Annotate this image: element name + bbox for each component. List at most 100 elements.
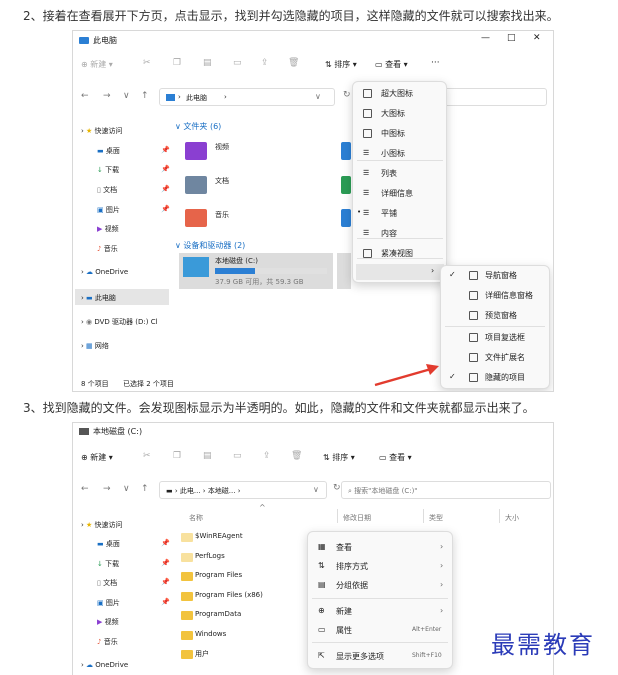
sort-icon: ⇅ bbox=[318, 561, 325, 570]
computer-icon bbox=[166, 94, 175, 101]
view-option-7[interactable]: 平铺 bbox=[381, 208, 397, 219]
sidebar-item-desktop[interactable]: ▬ 桌面 bbox=[97, 146, 120, 156]
show-option-5[interactable]: 文件扩展名 bbox=[485, 352, 525, 363]
folder-icon bbox=[181, 553, 193, 562]
column-type[interactable]: 类型 bbox=[429, 513, 443, 523]
view-icon: ▦ bbox=[318, 542, 326, 551]
refresh-button[interactable]: ↻ bbox=[343, 90, 351, 100]
address-bar[interactable]: › 此电脑 › bbox=[159, 88, 335, 106]
maximize-button[interactable]: □ bbox=[507, 33, 516, 43]
recent-button[interactable]: ∨ bbox=[123, 484, 130, 494]
sidebar-item-documents[interactable]: ▯ 文档 bbox=[97, 185, 117, 195]
view-option-3[interactable]: 中图标 bbox=[381, 128, 405, 139]
view-button[interactable]: ▭ 查看 ▾ bbox=[379, 452, 412, 463]
sidebar-quick-access[interactable]: › ★ 快速访问 bbox=[81, 520, 123, 530]
up-button[interactable]: ↑ bbox=[141, 484, 149, 494]
forward-button[interactable]: → bbox=[103, 91, 111, 101]
sidebar-item-videos[interactable]: ▶ 视频 bbox=[97, 617, 119, 627]
share-icon[interactable]: ⇪ bbox=[263, 451, 271, 461]
folder-label[interactable]: 文档 bbox=[215, 176, 229, 186]
column-size[interactable]: 大小 bbox=[505, 513, 519, 523]
view-option-6[interactable]: 详细信息 bbox=[381, 188, 413, 199]
cut-icon[interactable]: ✂ bbox=[143, 451, 151, 461]
copy-icon[interactable]: ❐ bbox=[173, 451, 181, 461]
dvd-tile[interactable] bbox=[337, 253, 351, 289]
recent-button[interactable]: ∨ bbox=[123, 91, 130, 101]
sidebar-item-pictures[interactable]: ▣ 图片 bbox=[97, 205, 120, 215]
back-button[interactable]: ← bbox=[81, 484, 89, 494]
context-item-1[interactable]: 查看 bbox=[336, 542, 352, 553]
context-item-5[interactable]: 属性 bbox=[336, 625, 352, 636]
sidebar-dvd[interactable]: › ◉ DVD 驱动器 (D:) Cl bbox=[81, 317, 158, 327]
breadcrumb-this-pc[interactable]: 此电... bbox=[180, 487, 201, 495]
show-option-3[interactable]: 预览窗格 bbox=[485, 310, 517, 321]
folder-label[interactable]: 音乐 bbox=[215, 210, 229, 220]
sidebar-item-desktop[interactable]: ▬ 桌面 bbox=[97, 539, 120, 549]
pin-icon: 📌 bbox=[161, 578, 170, 586]
share-icon[interactable]: ⇪ bbox=[261, 58, 269, 68]
rename-icon[interactable]: ▭ bbox=[233, 451, 242, 461]
file-row-name[interactable]: PerfLogs bbox=[195, 552, 225, 560]
view-option-1[interactable]: 超大图标 bbox=[381, 88, 413, 99]
show-option-1[interactable]: 导航窗格 bbox=[485, 270, 517, 281]
sidebar-this-pc[interactable]: › ▬ 此电脑 bbox=[81, 293, 116, 303]
sidebar-item-downloads[interactable]: ↓ 下载 bbox=[97, 559, 119, 569]
view-button[interactable]: ▭ 查看 ▾ bbox=[375, 59, 408, 70]
folder-label[interactable]: 视频 bbox=[215, 142, 229, 152]
file-row-name[interactable]: $WinREAgent bbox=[195, 532, 243, 540]
context-item-3[interactable]: 分组依据 bbox=[336, 580, 368, 591]
sort-button[interactable]: ⇅ 排序 ▾ bbox=[323, 452, 355, 463]
context-item-2[interactable]: 排序方式 bbox=[336, 561, 368, 572]
plus-icon: ⊕ bbox=[81, 453, 91, 462]
sidebar-quick-access[interactable]: › ★ 快速访问 bbox=[81, 126, 123, 136]
show-option-6[interactable]: 隐藏的项目 bbox=[485, 372, 525, 383]
up-button[interactable]: ↑ bbox=[141, 91, 149, 101]
new-button[interactable]: ⊕ 新建 ▾ bbox=[81, 59, 113, 70]
delete-icon[interactable]: 🗑 bbox=[288, 58, 299, 68]
rename-icon[interactable]: ▭ bbox=[233, 58, 242, 68]
column-name[interactable]: 名称 bbox=[189, 513, 203, 523]
refresh-button[interactable]: ↻ bbox=[333, 483, 341, 493]
sort-button[interactable]: ⇅ 排序 ▾ bbox=[325, 59, 357, 70]
sidebar-item-music[interactable]: ♪ 音乐 bbox=[97, 244, 118, 254]
minimize-button[interactable]: — bbox=[481, 33, 490, 43]
paste-icon[interactable]: ▤ bbox=[203, 451, 212, 461]
sidebar-onedrive[interactable]: › ☁ OneDrive bbox=[81, 661, 128, 669]
paste-icon[interactable]: ▤ bbox=[203, 58, 212, 68]
cut-icon[interactable]: ✂ bbox=[143, 58, 151, 68]
file-row-name[interactable]: 用户 bbox=[195, 649, 209, 659]
close-button[interactable]: ✕ bbox=[533, 33, 541, 43]
search-input[interactable]: ⌕ 搜索"本地磁盘 (C:)" bbox=[341, 481, 551, 499]
address-dropdown[interactable]: ∨ bbox=[313, 485, 319, 494]
view-option-4[interactable]: 小图标 bbox=[381, 148, 405, 159]
sidebar-onedrive[interactable]: › ☁ OneDrive bbox=[81, 268, 128, 276]
more-button[interactable]: ··· bbox=[431, 58, 440, 68]
sidebar-item-documents[interactable]: ▯ 文档 bbox=[97, 578, 117, 588]
view-option-2[interactable]: 大图标 bbox=[381, 108, 405, 119]
show-option-2[interactable]: 详细信息窗格 bbox=[485, 290, 533, 301]
back-button[interactable]: ← bbox=[81, 91, 89, 101]
address-dropdown[interactable]: ∨ bbox=[315, 92, 321, 101]
file-row-name[interactable]: Program Files (x86) bbox=[195, 591, 263, 599]
address-bar[interactable]: ▬ › 此电... › 本地磁... › bbox=[159, 481, 327, 499]
show-option-4[interactable]: 项目复选框 bbox=[485, 332, 525, 343]
context-item-6[interactable]: 显示更多选项 bbox=[336, 651, 384, 662]
sidebar-network[interactable]: › ▦ 网络 bbox=[81, 341, 109, 351]
folders-header[interactable]: ∨ 文件夹 (6) bbox=[175, 121, 221, 132]
forward-button[interactable]: → bbox=[103, 484, 111, 494]
file-row-name[interactable]: Windows bbox=[195, 630, 226, 638]
delete-icon[interactable]: 🗑 bbox=[291, 451, 302, 461]
breadcrumb-drive[interactable]: 本地磁... bbox=[208, 487, 236, 495]
sidebar-item-music[interactable]: ♪ 音乐 bbox=[97, 637, 118, 647]
devices-header[interactable]: ∨ 设备和驱动器 (2) bbox=[175, 240, 245, 251]
file-row-name[interactable]: ProgramData bbox=[195, 610, 241, 618]
sidebar-item-pictures[interactable]: ▣ 图片 bbox=[97, 598, 120, 608]
view-option-5[interactable]: 列表 bbox=[381, 168, 397, 179]
sidebar-item-videos[interactable]: ▶ 视频 bbox=[97, 224, 119, 234]
sidebar-item-downloads[interactable]: ↓ 下载 bbox=[97, 165, 119, 175]
context-item-4[interactable]: 新建 bbox=[336, 606, 352, 617]
new-button[interactable]: ⊕ 新建 ▾ bbox=[81, 452, 113, 463]
column-modified[interactable]: 修改日期 bbox=[343, 513, 371, 523]
copy-icon[interactable]: ❐ bbox=[173, 58, 181, 68]
file-row-name[interactable]: Program Files bbox=[195, 571, 242, 579]
